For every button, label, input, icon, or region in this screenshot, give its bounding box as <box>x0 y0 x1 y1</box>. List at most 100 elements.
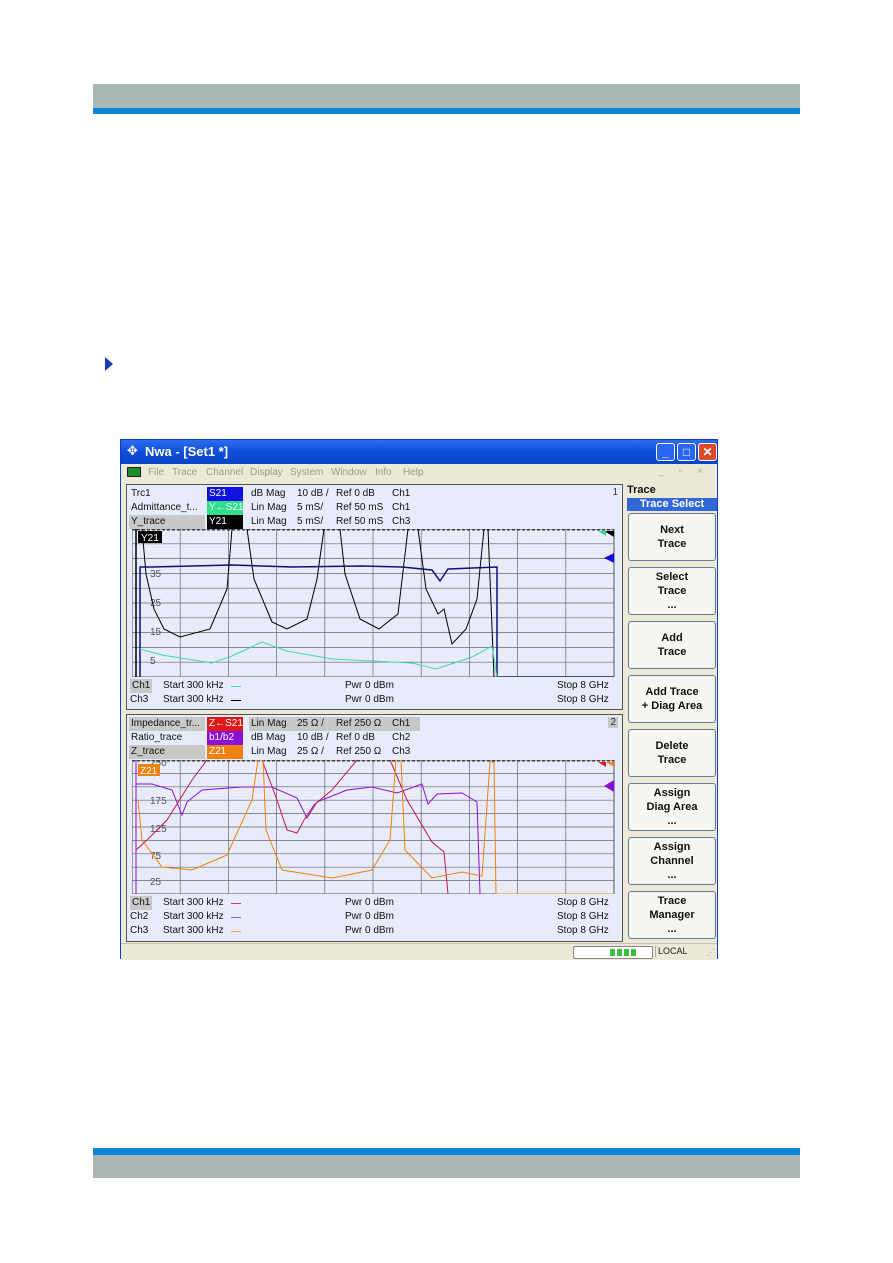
softkey-add-trace-diag-area[interactable]: Add Trace + Diag Area <box>628 675 716 723</box>
diagram-area-1[interactable]: 1 Trc1 S21 dB Mag 10 dB / Ref 0 dB Ch1 Admitta… <box>126 484 623 710</box>
trace-ref: Ref 0 dB <box>336 732 375 743</box>
resize-grip-icon[interactable]: ⋰ <box>706 947 715 958</box>
channel-label[interactable]: Ch3 <box>130 924 148 938</box>
softkey-delete-trace[interactable]: Delete Trace <box>628 729 716 777</box>
menu-info[interactable]: Info <box>375 467 392 478</box>
trace-line-legend <box>231 700 241 701</box>
channel-info-row[interactable]: Ch2 Start 300 kHz Pwr 0 dBm Stop 8 GHz <box>127 910 622 924</box>
channel-info-row[interactable]: Ch1 Start 300 kHz Pwr 0 dBm Stop 8 GHz <box>127 896 622 910</box>
channel-label[interactable]: Ch2 <box>130 910 148 924</box>
channel-info-row[interactable]: Ch3 Start 300 kHz Pwr 0 dBm Stop 8 GHz <box>127 693 622 707</box>
y-tick-label: 35 <box>150 569 162 580</box>
channel-label[interactable]: Ch1 <box>130 679 153 693</box>
trace-tag[interactable]: b1/b2 <box>207 731 243 745</box>
minimize-button[interactable]: _ <box>656 443 675 461</box>
stop-frequency[interactable]: Stop 8 GHz <box>557 924 609 938</box>
power-level[interactable]: Pwr 0 dBm <box>345 693 394 707</box>
progress-block <box>631 949 636 956</box>
channel-label[interactable]: Ch1 <box>130 896 153 910</box>
stop-frequency[interactable]: Stop 8 GHz <box>557 693 609 707</box>
y-tick-label: 125 <box>150 824 167 835</box>
trace-format: dB Mag <box>251 732 286 743</box>
nwa-window: ✥ Nwa - [Set1 *] _ □ ✕ File Trace Channe… <box>120 439 718 960</box>
diagram-1-plot[interactable]: 35 25 15 5 Y21 <box>132 529 620 677</box>
power-level[interactable]: Pwr 0 dBm <box>345 910 394 924</box>
softkey-assign-diag-area[interactable]: Assign Diag Area ... <box>628 783 716 831</box>
diagram-2-plot[interactable]: 2501751257525Z21 <box>132 760 620 894</box>
close-button[interactable]: ✕ <box>698 443 717 461</box>
start-frequency[interactable]: Start 300 kHz <box>163 693 224 707</box>
trace-line-legend <box>231 917 241 918</box>
trace-info-row[interactable]: Y_trace Y21 Lin Mag 5 mS/Ref 50 mS Ch3 <box>127 515 622 529</box>
softkey-trace-manager[interactable]: Trace Manager ... <box>628 891 716 939</box>
menu-display[interactable]: Display <box>250 467 283 478</box>
menu-help[interactable]: Help <box>403 467 424 478</box>
channel-info-row[interactable]: Ch3 Start 300 kHz Pwr 0 dBm Stop 8 GHz <box>127 924 622 938</box>
stop-frequency[interactable]: Stop 8 GHz <box>557 896 609 910</box>
active-trace-label: Z21 <box>140 766 158 777</box>
power-level[interactable]: Pwr 0 dBm <box>345 679 394 693</box>
trace-tag[interactable]: Z21 <box>207 745 243 759</box>
menu-file[interactable]: File <box>148 467 164 478</box>
trace-info-row[interactable]: Z_trace Z21 Lin Mag 25 Ω / Ref 250 Ω Ch3 <box>127 745 622 759</box>
y-tick-label: 25 <box>150 877 162 888</box>
menu-bar: File Trace Channel Display System Window… <box>121 464 717 482</box>
softkey-menu-title: Trace <box>627 484 656 496</box>
y-tick-label: 5 <box>150 656 156 667</box>
trace-format: Lin Mag <box>251 502 287 513</box>
softkey-submenu-tab[interactable]: Trace Select <box>627 498 717 511</box>
softkey-assign-channel[interactable]: Assign Channel ... <box>628 837 716 885</box>
stop-frequency[interactable]: Stop 8 GHz <box>557 910 609 924</box>
start-frequency[interactable]: Start 300 kHz <box>163 910 224 924</box>
diagram-area-2[interactable]: 2 Impedance_tr... Z←S21 Lin Mag 25 Ω / Ref 2… <box>126 714 623 942</box>
channel-info-row[interactable]: Ch1 Start 300 kHz Pwr 0 dBm Stop 8 GHz <box>127 679 622 693</box>
window-title: Nwa - [Set1 *] <box>145 444 229 459</box>
trace-tag[interactable]: Z←S21 <box>207 717 243 731</box>
softkey-add-trace[interactable]: Add Trace <box>628 621 716 669</box>
trace-name[interactable]: Y_trace <box>129 515 205 529</box>
trace-info-row[interactable]: Ratio_trace b1/b2 dB Mag 10 dB / Ref 0 dB Ch2 <box>127 731 622 745</box>
trace-tag[interactable]: Y21 <box>207 515 243 529</box>
softkey-select-trace[interactable]: Select Trace ... <box>628 567 716 615</box>
trace-ref: Ref 50 mS <box>336 502 384 513</box>
mdi-controls[interactable]: _ ▫ × <box>658 466 709 477</box>
trace-name[interactable]: Admittance_t... <box>129 501 205 515</box>
trace-tag[interactable]: S21 <box>207 487 243 501</box>
trace-name[interactable]: Trc1 <box>129 487 205 501</box>
power-level[interactable]: Pwr 0 dBm <box>345 896 394 910</box>
trace-name[interactable]: Impedance_tr... <box>129 717 205 731</box>
trace-channel: Ch3 <box>392 746 411 757</box>
menu-trace[interactable]: Trace <box>172 467 197 478</box>
document-icon <box>127 467 141 477</box>
y-tick-label: 175 <box>150 796 167 807</box>
maximize-button[interactable]: □ <box>677 443 696 461</box>
trace-channel: Ch2 <box>392 732 411 743</box>
stop-frequency[interactable]: Stop 8 GHz <box>557 679 609 693</box>
trace-name[interactable]: Ratio_trace <box>129 731 205 745</box>
y-tick-label: 15 <box>150 627 162 638</box>
trace-ref: Ref 250 Ω <box>336 746 382 757</box>
trace-scale: 25 Ω / <box>295 717 339 731</box>
menu-system[interactable]: System <box>290 467 323 478</box>
start-frequency[interactable]: Start 300 kHz <box>163 679 224 693</box>
trace-info-row[interactable]: Admittance_t... Y←S21 Lin Mag 5 mS/Ref 50 m… <box>127 501 622 515</box>
trace-ref: Ref 50 mS <box>336 516 384 527</box>
channel-label[interactable]: Ch3 <box>130 693 148 707</box>
progress-block <box>617 949 622 956</box>
title-bar[interactable]: ✥ Nwa - [Set1 *] _ □ ✕ <box>121 440 717 464</box>
trace-info-row[interactable]: Trc1 S21 dB Mag 10 dB / Ref 0 dB Ch1 <box>127 487 622 501</box>
start-frequency[interactable]: Start 300 kHz <box>163 896 224 910</box>
trace-info-row[interactable]: Impedance_tr... Z←S21 Lin Mag 25 Ω / Ref 250… <box>127 717 622 731</box>
softkey-panel: Trace Trace Select Next Trace Select Trac… <box>627 484 717 942</box>
trace-scale: 25 Ω / <box>297 746 324 757</box>
start-frequency[interactable]: Start 300 kHz <box>163 924 224 938</box>
softkey-next-trace[interactable]: Next Trace <box>628 513 716 561</box>
trace-channel: Ch1 <box>392 502 411 513</box>
active-trace-label: Y21 <box>141 533 159 544</box>
menu-window[interactable]: Window <box>331 467 367 478</box>
power-level[interactable]: Pwr 0 dBm <box>345 924 394 938</box>
trace-tag[interactable]: Y←S21 <box>207 501 243 515</box>
trace-format: Lin Mag <box>251 516 287 527</box>
menu-channel[interactable]: Channel <box>206 467 243 478</box>
trace-name[interactable]: Z_trace <box>129 745 205 759</box>
